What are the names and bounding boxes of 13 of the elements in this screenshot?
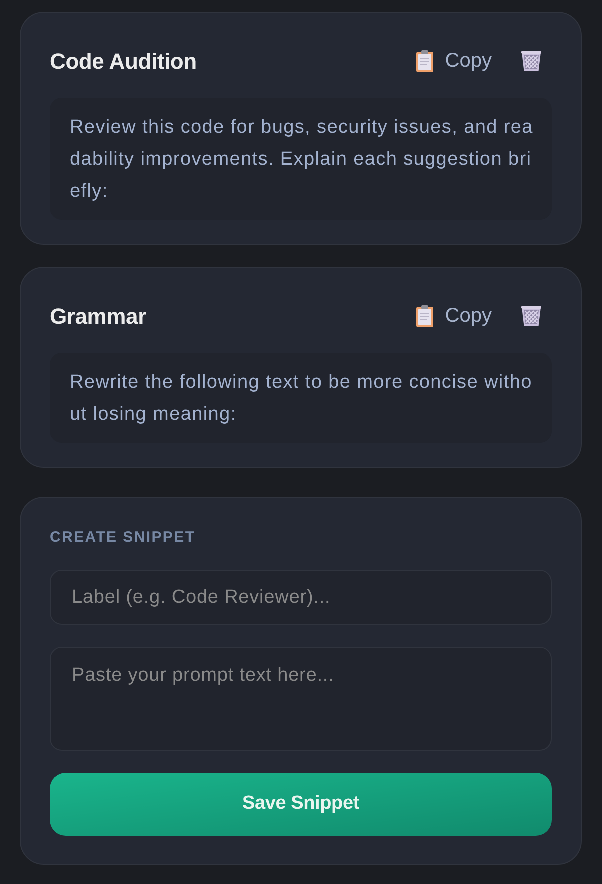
section-heading: CREATE SNIPPET [50,528,197,548]
snippet-title: Code Audition [50,48,198,76]
prompt-text: Review this code for bugs, security issues, and readability improvements. Explain each suggestion briefly: [50,98,552,220]
label-input[interactable]: Label (e.g. Code Reviewer)... [50,570,552,625]
snippet-title: Grammar [50,302,148,330]
prompt-textarea[interactable]: Paste your prompt text here... [50,647,552,751]
clipboard-icon [416,304,434,328]
copy-button[interactable]: Copy [414,299,494,333]
copy-button[interactable]: Copy [414,44,494,78]
prompt-text: Rewrite the following text to be more concise without losing meaning: [50,353,552,443]
trash-icon [520,50,542,72]
clipboard-icon [416,50,434,72]
trash-icon [520,305,542,327]
